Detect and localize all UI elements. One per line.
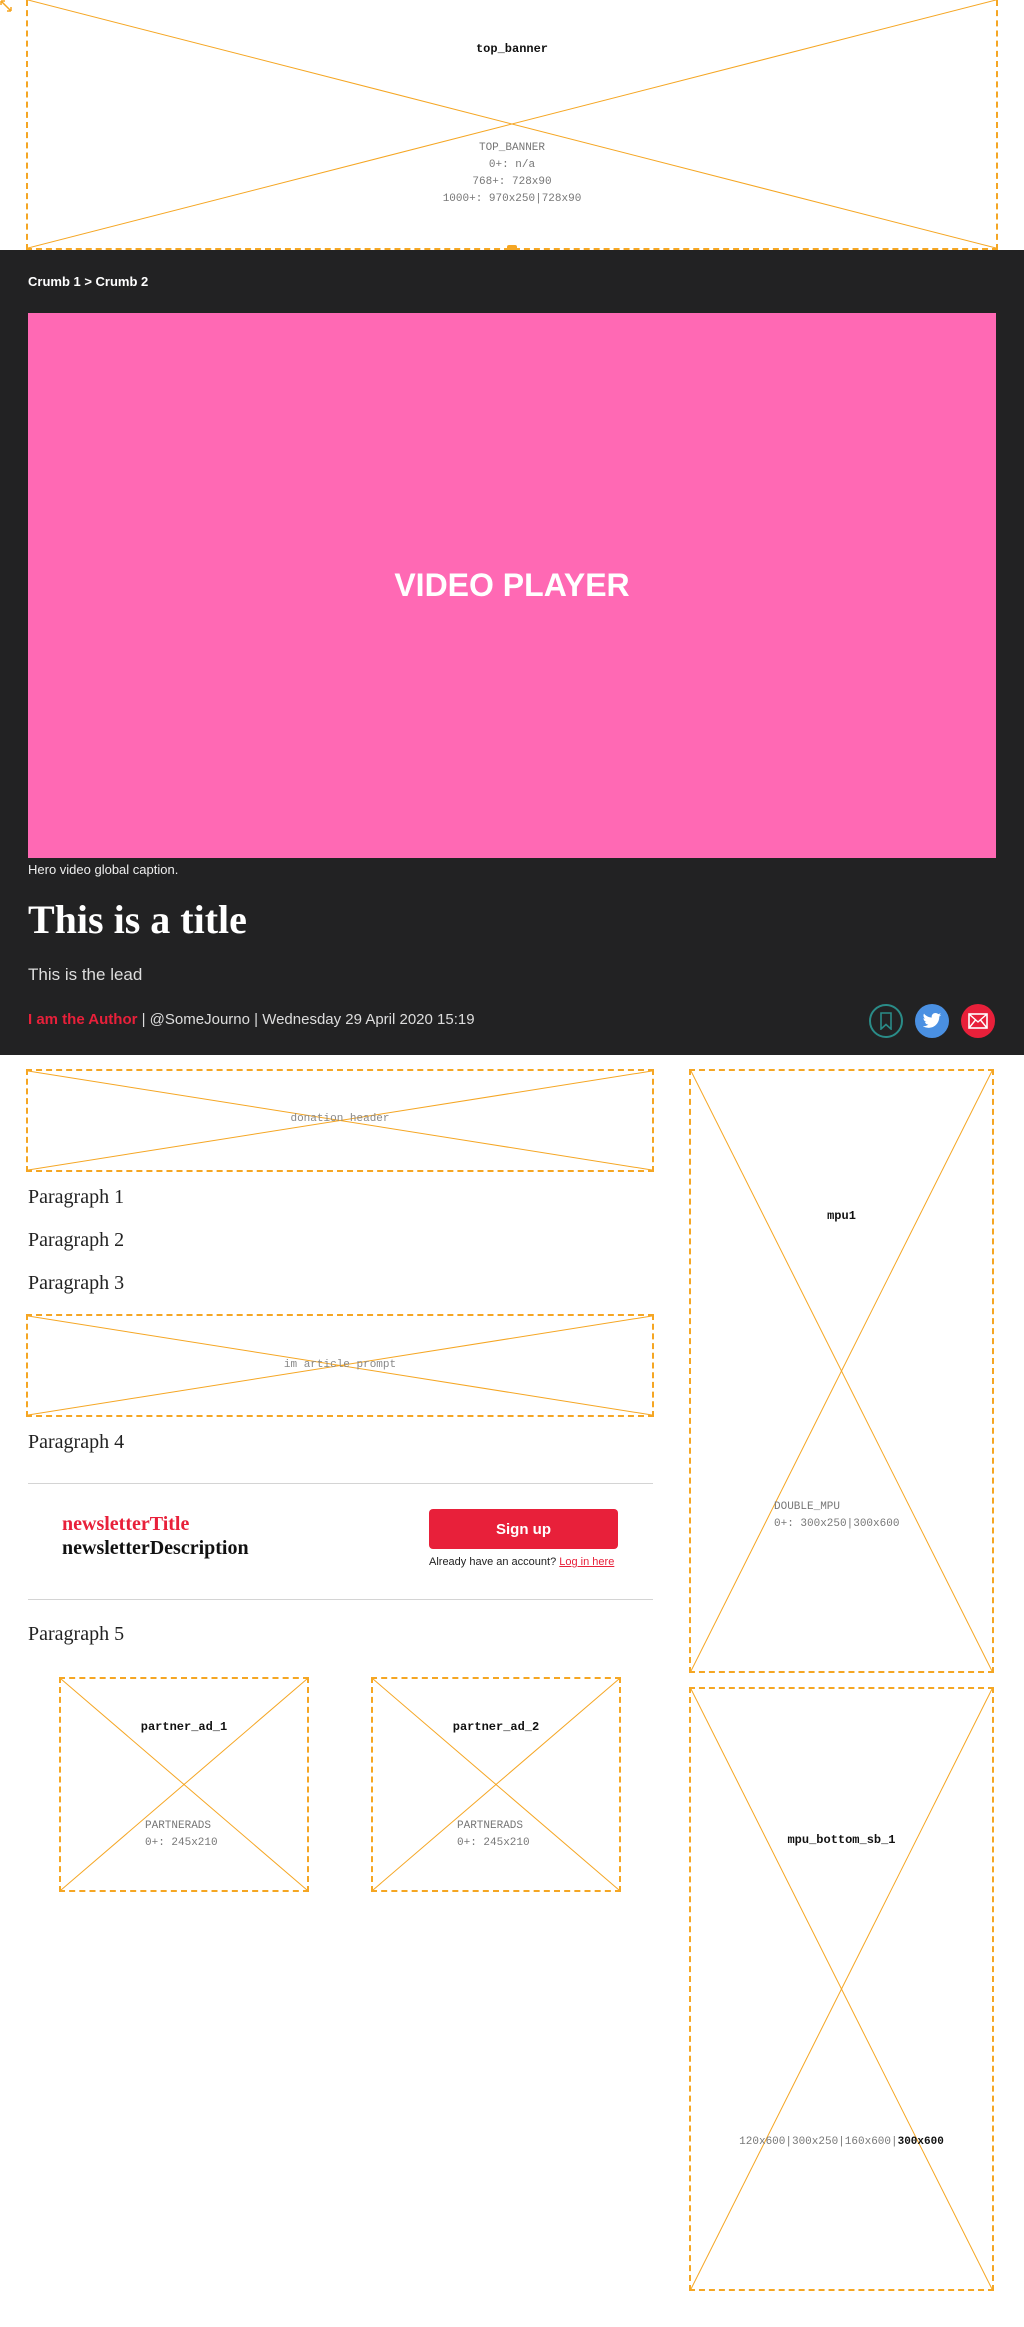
ad-info: PARTNERADS 0+: 245x210 [457,1820,530,1849]
donation-header-ad[interactable]: donation header [26,1069,654,1172]
ad-label: im article prompt [283,1359,397,1371]
partner-ad-2[interactable]: partner_ad_2 PARTNERADS 0+: 245x210 [371,1677,621,1892]
email-share-button[interactable] [961,1004,995,1038]
byline: I am the Author | @SomeJourno | Wednesda… [28,1011,475,1028]
bookmark-icon [880,1012,892,1030]
sign-up-button[interactable]: Sign up [429,1509,618,1549]
video-caption: Hero video global caption. [28,862,179,877]
twitter-icon [922,1013,942,1028]
ad-name: partner_ad_2 [452,1720,540,1734]
ad-info: PARTNERADS 0+: 245x210 [145,1820,218,1849]
placeholder-cross [691,1689,992,2289]
placeholder-cross [28,0,996,248]
paragraph: Paragraph 1 [28,1186,125,1208]
bookmark-button[interactable] [869,1004,903,1038]
paragraph: Paragraph 4 [28,1431,125,1453]
ad-name: mpu1 [827,1209,856,1223]
paragraph: Paragraph 5 [28,1623,125,1645]
paragraph: Paragraph 3 [28,1272,125,1294]
ad-info: DOUBLE_MPU 0+: 300x250|300x600 [774,1501,900,1530]
divider [28,1599,653,1600]
mpu-bottom-sb-1-ad[interactable]: mpu_bottom_sb_1 120x600|300x250|160x600|… [689,1687,994,2291]
video-player-label: VIDEO PLAYER [394,567,630,603]
ad-info: TOP_BANNER 0+: n/a 768+: 728x90 1000+: 9… [442,142,582,205]
ad-label: donation header [290,1113,390,1125]
im-article-prompt-ad[interactable]: im article prompt [26,1314,654,1417]
placeholder-cross [373,1679,619,1890]
article-lead: This is the lead [28,965,143,984]
placeholder-cross [61,1679,307,1890]
ad-sizes-active: 300x600 [897,2136,944,2148]
login-link[interactable]: Log in here [559,1556,614,1568]
ad-sizes-list: 120x600|300x250|160x600| [739,2136,898,2148]
placeholder-cross [691,1071,992,1671]
ad-name: mpu_bottom_sb_1 [787,1833,896,1847]
partner-ad-1[interactable]: partner_ad_1 PARTNERADS 0+: 245x210 [59,1677,309,1892]
byline-details: | @SomeJourno | Wednesday 29 April 2020 … [137,1011,475,1028]
author-link[interactable]: I am the Author [28,1011,137,1028]
ad-name: partner_ad_1 [140,1720,228,1734]
login-prompt: Already have an account? Log in here [429,1556,614,1568]
top-banner-ad[interactable]: top_banner TOP_BANNER 0+: n/a 768+: 728x… [26,0,998,250]
breadcrumb[interactable]: Crumb 1 > Crumb 2 [28,274,148,289]
newsletter-description: newsletterDescription [62,1537,249,1559]
login-prompt-text: Already have an account? [429,1556,557,1568]
mpu1-ad[interactable]: mpu1 DOUBLE_MPU 0+: 300x250|300x600 [689,1069,994,1673]
paragraph: Paragraph 2 [28,1229,125,1251]
ad-name: top_banner [475,42,548,56]
divider [28,1483,653,1484]
newsletter-title: newsletterTitle [62,1513,190,1535]
ad-sizes: 120x600|300x250|160x600|300x600 [691,2134,992,2151]
expand-icon[interactable] [0,0,12,12]
email-icon [968,1013,988,1029]
article-title: This is a title [28,897,247,942]
video-player[interactable]: VIDEO PLAYER [28,313,996,858]
twitter-share-button[interactable] [915,1004,949,1038]
